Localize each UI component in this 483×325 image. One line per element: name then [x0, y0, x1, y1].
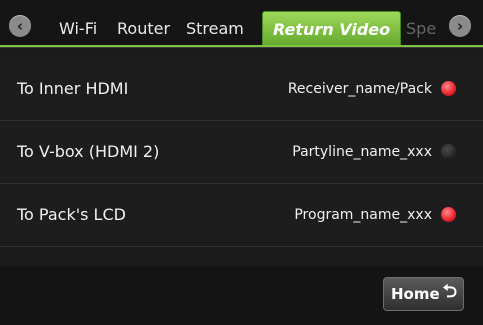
row-label: To V-box (HDMI 2) — [17, 142, 160, 161]
tab-speed[interactable]: Spe — [406, 12, 436, 46]
list-item[interactable]: To Inner HDMI Receiver_name/Pack — [0, 58, 483, 121]
chevron-right-icon[interactable]: › — [449, 15, 471, 37]
row-label: To Pack's LCD — [17, 205, 126, 224]
return-arrow-icon: ⮌ — [442, 281, 458, 302]
tab-wifi[interactable]: Wi-Fi — [59, 12, 97, 46]
home-button[interactable]: Home ⮌ — [383, 277, 464, 311]
tab-strip: Wi-Fi Router Stream Return Video Spe — [45, 0, 445, 47]
status-dot-icon[interactable] — [441, 144, 456, 159]
status-dot-icon[interactable] — [441, 81, 456, 96]
tab-underline — [0, 45, 483, 47]
row-label: To Inner HDMI — [17, 79, 129, 98]
chevron-left-icon[interactable]: ‹ — [9, 15, 31, 37]
home-label: Home — [391, 285, 440, 303]
status-dot-icon[interactable] — [441, 207, 456, 222]
row-value: Receiver_name/Pack — [287, 81, 432, 97]
row-value: Program_name_xxx — [294, 207, 432, 223]
list-item[interactable]: To V-box (HDMI 2) Partyline_name_xxx — [0, 121, 483, 184]
settings-list: To Inner HDMI Receiver_name/Pack To V-bo… — [0, 58, 483, 247]
tab-return-video[interactable]: Return Video — [262, 11, 402, 47]
row-value: Partyline_name_xxx — [292, 144, 432, 160]
tab-stream[interactable]: Stream — [186, 12, 244, 46]
tab-router[interactable]: Router — [117, 12, 170, 46]
list-item[interactable]: To Pack's LCD Program_name_xxx — [0, 184, 483, 247]
tab-bar: ‹ Wi-Fi Router Stream Return Video Spe › — [0, 0, 483, 48]
